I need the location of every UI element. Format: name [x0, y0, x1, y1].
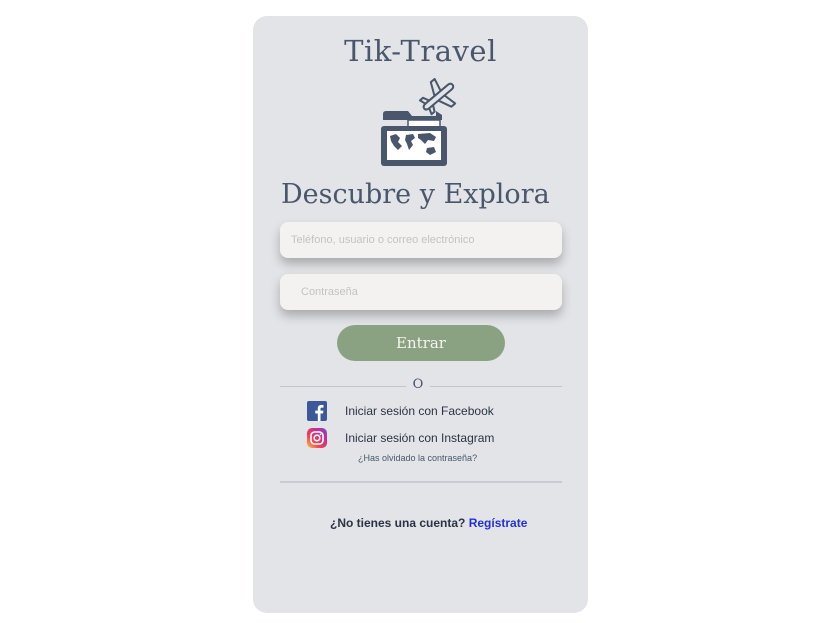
signup-link[interactable]: Regístrate [469, 516, 528, 530]
app-title: Tik-Travel [344, 34, 497, 68]
facebook-icon [307, 401, 327, 421]
facebook-login-button[interactable]: Iniciar sesión con Facebook [307, 401, 494, 421]
folder-world-map-airplane-icon [381, 78, 457, 166]
password-input[interactable] [280, 274, 562, 310]
facebook-login-label: Iniciar sesión con Facebook [345, 404, 494, 418]
login-button[interactable]: Entrar [337, 325, 505, 361]
signup-prompt: ¿No tienes una cuenta? Regístrate [330, 516, 527, 530]
or-divider: O [280, 377, 562, 392]
signup-prompt-text: ¿No tienes una cuenta? [330, 516, 466, 530]
divider-line-right [430, 386, 562, 387]
tagline: Descubre y Explora [281, 179, 550, 210]
instagram-icon [307, 428, 327, 448]
username-input[interactable] [280, 222, 562, 258]
instagram-login-button[interactable]: Iniciar sesión con Instagram [307, 428, 494, 448]
divider-label: O [412, 377, 424, 392]
instagram-login-label: Iniciar sesión con Instagram [345, 431, 495, 445]
forgot-password-link[interactable]: ¿Has olvidado la contraseña? [358, 453, 477, 463]
divider-line-left [280, 386, 406, 387]
section-divider [280, 481, 562, 483]
login-card: Tik-Travel Descubre y Explora Entrar O [253, 16, 588, 613]
